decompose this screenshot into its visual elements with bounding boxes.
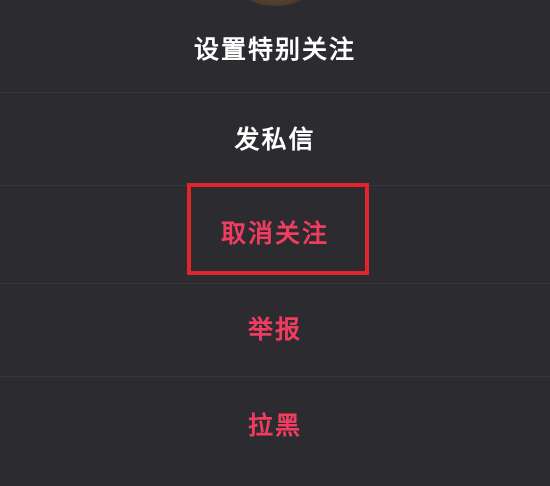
set-special-follow-button[interactable]: 设置特别关注 bbox=[0, 30, 550, 70]
report-button[interactable]: 举报 bbox=[0, 310, 550, 350]
avatar bbox=[240, 0, 310, 6]
highlight-annotation-box bbox=[187, 183, 369, 275]
divider bbox=[0, 92, 550, 93]
divider bbox=[0, 376, 550, 377]
action-sheet: 设置特别关注 发私信 取消关注 举报 拉黑 bbox=[0, 0, 550, 486]
send-private-message-button[interactable]: 发私信 bbox=[0, 120, 550, 160]
block-button[interactable]: 拉黑 bbox=[0, 406, 550, 446]
divider bbox=[0, 283, 550, 284]
